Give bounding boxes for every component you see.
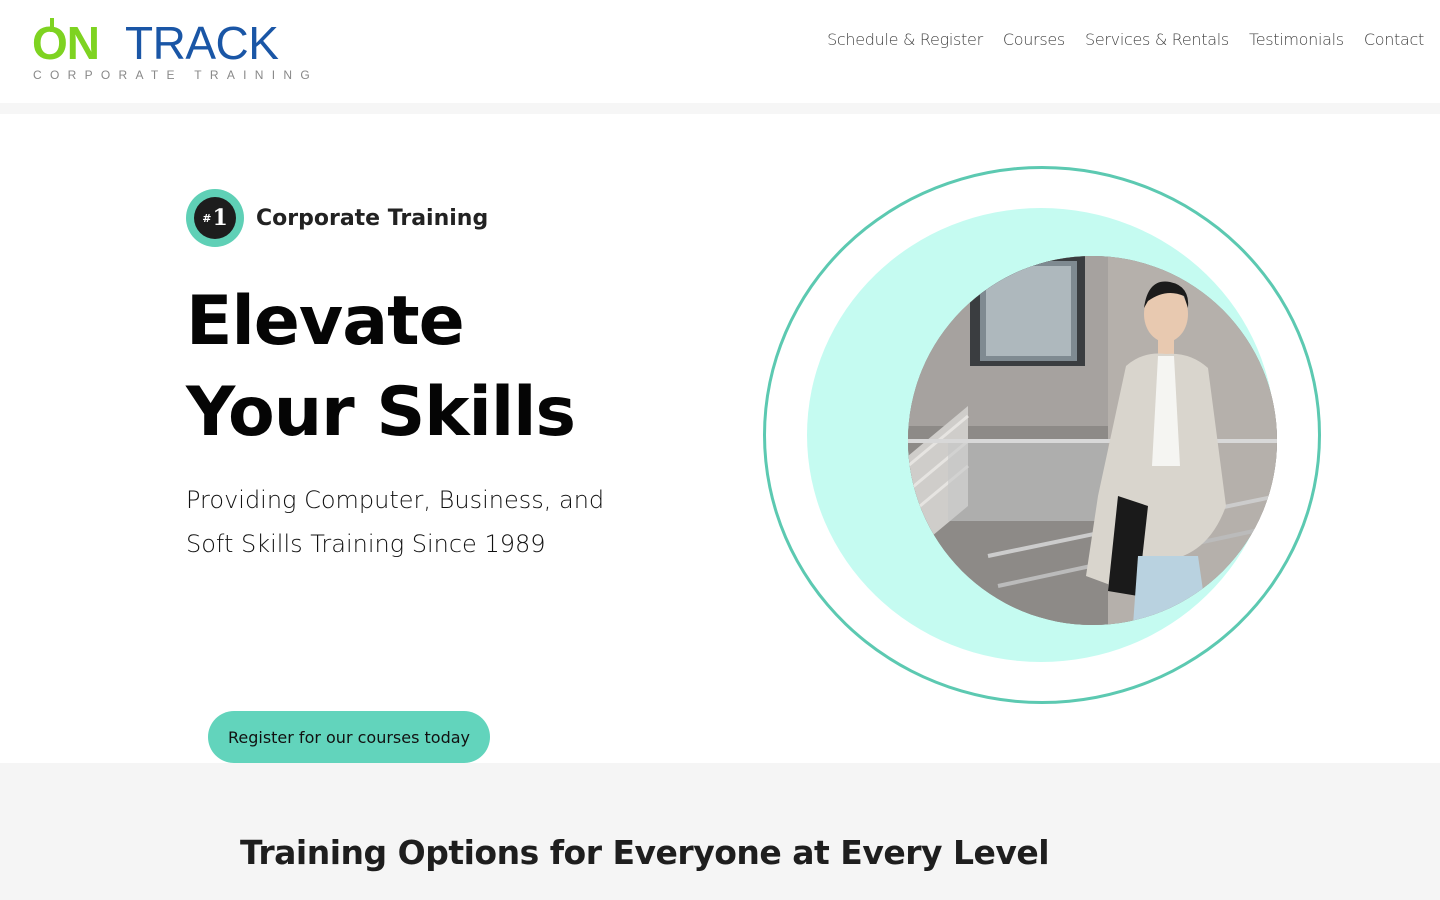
header-divider xyxy=(0,103,1440,114)
nav-contact[interactable]: Contact xyxy=(1364,30,1424,49)
logo-tagline: CORPORATE TRAINING xyxy=(33,68,318,82)
nav-testimonials[interactable]: Testimonials xyxy=(1249,30,1344,49)
woman-walking-photo-icon xyxy=(908,256,1277,625)
main-nav: Schedule & Register Courses Services & R… xyxy=(827,30,1424,49)
hero-photo xyxy=(908,256,1277,625)
training-options-section: Training Options for Everyone at Every L… xyxy=(0,763,1440,900)
site-header: ON TRACK CORPORATE TRAINING Schedule & R… xyxy=(0,0,1440,103)
badge-number: 1 xyxy=(212,205,228,231)
hero-subtitle: Providing Computer, Business, and Soft S… xyxy=(186,478,656,566)
hero-title: Elevate Your Skills xyxy=(186,276,576,458)
nav-services-rentals[interactable]: Services & Rentals xyxy=(1085,30,1229,49)
badge-circle: #1 xyxy=(186,189,244,247)
register-courses-button[interactable]: Register for our courses today xyxy=(208,711,490,763)
training-options-title: Training Options for Everyone at Every L… xyxy=(240,833,1050,872)
logo-brand-track: TRACK xyxy=(125,17,279,69)
number-one-badge: #1 Corporate Training xyxy=(186,189,488,247)
hero-title-line1: Elevate xyxy=(186,282,465,361)
nav-schedule-register[interactable]: Schedule & Register xyxy=(827,30,983,49)
hero-title-line2: Your Skills xyxy=(186,373,576,452)
badge-label: Corporate Training xyxy=(256,205,489,231)
number-one-icon: #1 xyxy=(194,197,236,239)
power-icon xyxy=(50,18,54,32)
logo-brand-on: ON xyxy=(32,17,100,69)
nav-courses[interactable]: Courses xyxy=(1003,30,1065,49)
hero-subtitle-line1: Providing Computer, Business, and xyxy=(186,486,605,514)
ontrack-logo[interactable]: ON TRACK CORPORATE TRAINING xyxy=(30,17,335,84)
badge-prefix: # xyxy=(202,211,212,225)
hero-subtitle-line2: Soft Skills Training Since 1989 xyxy=(186,530,546,558)
